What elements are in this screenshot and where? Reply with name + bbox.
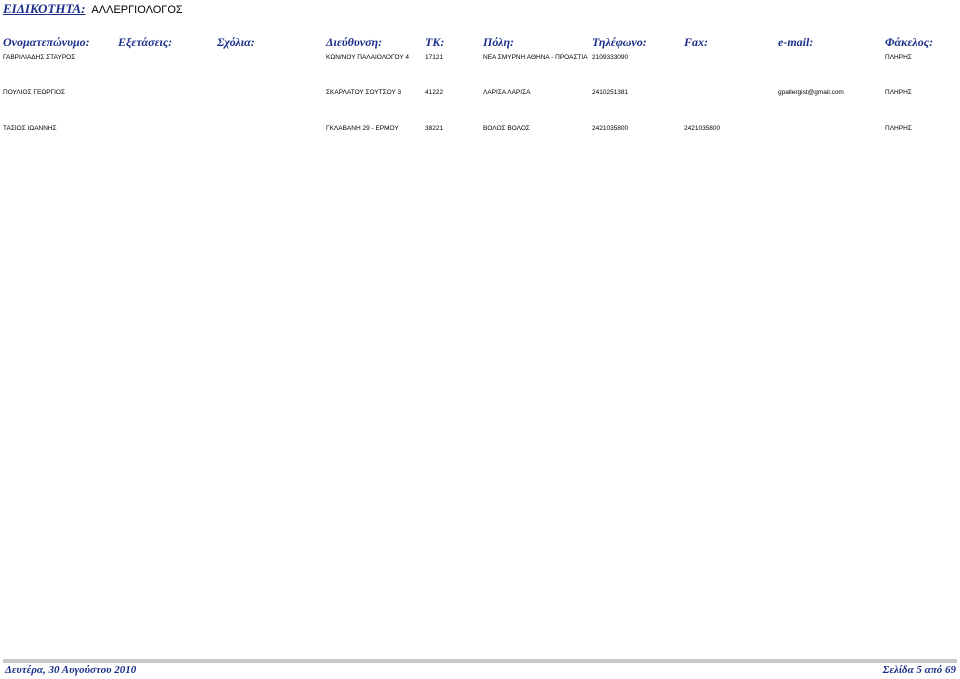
specialty-label: ΕΙΔΙΚΟΤΗΤΑ: — [3, 1, 86, 16]
column-header-phone: Τηλέφωνο: — [592, 35, 647, 49]
column-header-name: Ονοματεπώνυμο: — [3, 35, 90, 49]
row-phone: 2421035800 — [592, 125, 629, 132]
footer-page-number: Σελίδα 5 από 69 — [882, 664, 956, 676]
specialty-value: ΑΛΛΕΡΓΙΟΛΟΓΟΣ — [91, 4, 183, 16]
row-fax: 2421035800 — [684, 125, 721, 132]
specialty-title: ΕΙΔΙΚΟΤΗΤΑ: ΑΛΛΕΡΓΙΟΛΟΓΟΣ — [3, 0, 183, 16]
row-name: ΤΑΣΙΟΣ ΙΩΑΝΝΗΣ — [3, 125, 57, 132]
row-file: ΠΛΗΡΗΣ — [885, 89, 912, 96]
row-address: ΓΚΛΑΒΑΝΗ 29 - ΕΡΜΟΥ — [326, 125, 399, 132]
row-email[interactable]: gpallergist@gmail.com — [778, 89, 844, 96]
row-phone: 2410251381 — [592, 89, 629, 96]
column-header-address: Διεύθυνση: — [326, 35, 383, 49]
footer-date: Δευτέρα, 30 Αυγούστου 2010 — [5, 664, 137, 676]
footer-divider — [3, 659, 957, 663]
row-name: ΠΟΥΛΙΟΣ ΓΕΩΡΓΙΟΣ — [3, 89, 65, 96]
column-header-comments: Σχόλια: — [217, 35, 255, 49]
column-header-file: Φάκελος: — [885, 35, 934, 49]
column-header-zip: ΤΚ: — [425, 35, 445, 49]
column-header-exams: Εξετάσεις: — [118, 35, 173, 49]
row-address: ΚΩΝ/ΝΟΥ ΠΑΛΑΙΟΛΟΓΟΥ 4 — [326, 54, 410, 61]
row-city: ΝΕΑ ΣΜΥΡΝΗ ΑΘΗΝΑ - ΠΡΟΑΣΤΙΑ — [483, 54, 588, 61]
row-city: ΒΟΛΟΣ ΒΟΛΟΣ — [483, 125, 530, 132]
row-phone: 2109333090 — [592, 54, 629, 61]
row-city: ΛΑΡΙΣΑ ΛΑΡΙΣΑ — [483, 89, 531, 96]
column-header-email: e-mail: — [778, 35, 814, 49]
row-zip: 41222 — [425, 89, 444, 96]
column-header-city: Πόλη: — [483, 35, 515, 49]
row-zip: 17121 — [425, 54, 444, 61]
column-header-fax: Fax: — [684, 35, 708, 49]
row-file: ΠΛΗΡΗΣ — [885, 54, 912, 61]
row-address: ΣΚΑΡΛΑΤΟΥ ΣΟΥΤΣΟΥ 3 — [326, 89, 402, 96]
row-zip: 38221 — [425, 125, 444, 132]
row-file: ΠΛΗΡΗΣ — [885, 125, 912, 132]
row-name: ΓΑΒΡΙΛΙΑΔΗΣ ΣΤΑΥΡΟΣ — [3, 54, 76, 61]
